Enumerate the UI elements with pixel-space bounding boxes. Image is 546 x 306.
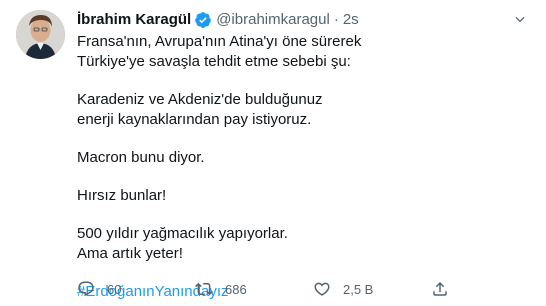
retweet-icon	[195, 282, 213, 296]
reply-icon	[78, 281, 94, 297]
retweet-count: 686	[225, 281, 247, 297]
retweet-button[interactable]: 686	[195, 280, 313, 298]
tweet-paragraph: Karadeniz ve Akdeniz'de bulduğunuz enerj…	[77, 90, 530, 130]
verified-badge-icon	[194, 11, 212, 29]
avatar[interactable]	[16, 10, 65, 59]
tweet-paragraph: Macron bunu diyor.	[77, 148, 530, 168]
tweet-actions: 60 686 2,5 B	[77, 277, 497, 301]
like-count: 2,5 B	[343, 281, 374, 297]
header-separator: ·	[333, 11, 339, 28]
tweet-line: Macron bunu diyor.	[77, 149, 205, 166]
like-button[interactable]: 2,5 B	[313, 280, 431, 298]
share-button[interactable]	[431, 280, 449, 298]
reply-count: 60	[107, 281, 122, 297]
tweet-line: 500 yıldır yağmacılık yapıyorlar.	[77, 225, 288, 242]
author-handle[interactable]: @ibrahimkaragul	[216, 10, 330, 30]
reply-button[interactable]: 60	[77, 280, 195, 298]
tweet-header: İbrahim Karagül @ibrahimkaragul · 2s	[77, 10, 530, 30]
heart-icon	[314, 282, 330, 296]
tweet-line: Ama artık yeter!	[77, 245, 183, 262]
tweet-text: Fransa'nın, Avrupa'nın Atina'yı öne süre…	[77, 32, 530, 302]
author-name[interactable]: İbrahim Karagül	[77, 10, 191, 30]
tweet-line: Türkiye'ye savaşla tehdit etme sebebi şu…	[77, 53, 351, 70]
tweet-line: Hırsız bunlar!	[77, 187, 167, 204]
avatar-image	[16, 10, 65, 59]
tweet-line: Fransa'nın, Avrupa'nın Atina'yı öne süre…	[77, 33, 362, 50]
tweet-paragraph: Fransa'nın, Avrupa'nın Atina'yı öne süre…	[77, 32, 530, 72]
share-icon	[433, 281, 447, 296]
tweet-line: enerji kaynaklarından pay istiyoruz.	[77, 111, 312, 128]
tweet-line: Karadeniz ve Akdeniz'de bulduğunuz	[77, 91, 323, 108]
tweet[interactable]: İbrahim Karagül @ibrahimkaragul · 2s Fra…	[0, 0, 546, 306]
tweet-content: İbrahim Karagül @ibrahimkaragul · 2s Fra…	[77, 10, 530, 302]
tweet-paragraph: 500 yıldır yağmacılık yapıyorlar. Ama ar…	[77, 224, 530, 264]
timestamp[interactable]: 2s	[343, 10, 359, 30]
tweet-paragraph: Hırsız bunlar!	[77, 186, 530, 206]
chevron-down-icon[interactable]	[510, 10, 530, 30]
